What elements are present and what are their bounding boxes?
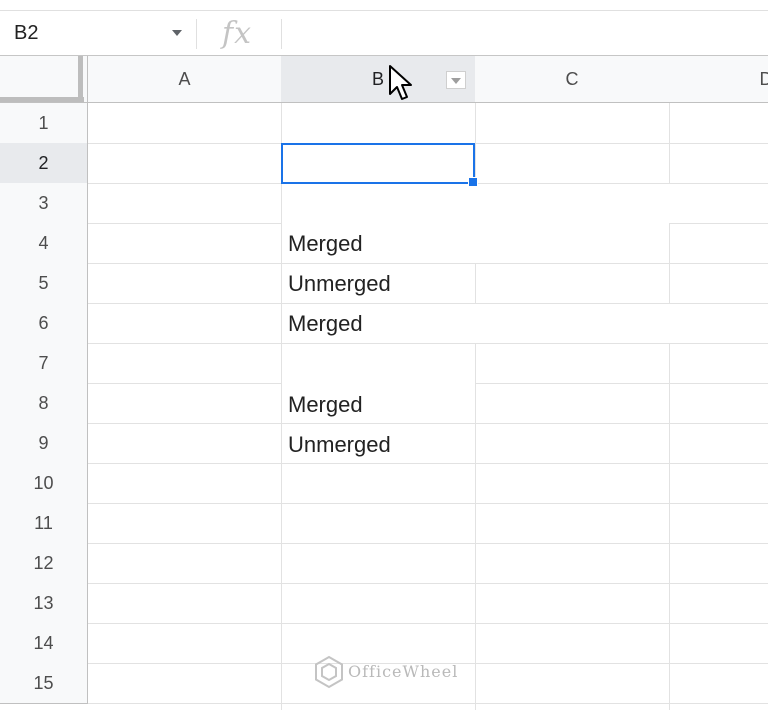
gridline <box>88 503 768 504</box>
freeze-column-handle[interactable] <box>78 56 83 102</box>
gridline <box>88 263 768 264</box>
gridline <box>669 343 670 710</box>
gridline <box>88 423 768 424</box>
column-header-b-label: B <box>371 69 384 89</box>
watermark-text: OfficeWheel <box>348 662 459 681</box>
formula-input[interactable] <box>290 19 760 49</box>
fill-handle[interactable] <box>468 177 478 187</box>
row-header-14[interactable]: 14 <box>0 623 88 664</box>
gridline <box>88 303 768 304</box>
mouse-pointer-icon <box>389 65 412 100</box>
row-header-13[interactable]: 13 <box>0 583 88 624</box>
filter-dropdown-icon[interactable] <box>446 71 466 89</box>
row-header-10[interactable]: 10 <box>0 463 88 504</box>
row-header-1[interactable]: 1 <box>0 103 88 144</box>
active-cell-b2[interactable] <box>281 143 475 184</box>
gridline <box>88 543 768 544</box>
row-header-8[interactable]: 8 <box>0 383 88 424</box>
cell-b9[interactable]: Unmerged <box>288 425 391 465</box>
column-header-d[interactable]: D <box>669 56 768 103</box>
select-all-corner[interactable] <box>0 56 88 103</box>
officewheel-logo-icon <box>315 655 343 689</box>
gridline <box>475 343 476 710</box>
chevron-down-icon[interactable] <box>172 30 182 36</box>
row-header-12[interactable]: 12 <box>0 543 88 584</box>
cell-b5[interactable]: Unmerged <box>288 264 391 304</box>
formula-bar-divider <box>196 19 197 49</box>
gridline <box>281 103 282 710</box>
row-header-11[interactable]: 11 <box>0 503 88 544</box>
row-header-6[interactable]: 6 <box>0 303 88 344</box>
gridline <box>88 383 281 384</box>
spreadsheet-app: B2 fx A B C D 1 2 3 4 5 6 7 8 9 10 11 12… <box>0 0 768 710</box>
gridline <box>475 263 476 303</box>
gridline <box>88 583 768 584</box>
row-header-5[interactable]: 5 <box>0 263 88 304</box>
gridline <box>88 343 768 344</box>
cell-b4[interactable]: Merged <box>288 224 363 264</box>
gridline <box>88 463 768 464</box>
fx-icon: fx <box>222 16 253 51</box>
formula-bar: B2 fx <box>0 10 768 56</box>
cell-b6[interactable]: Merged <box>288 304 363 344</box>
gridline <box>475 383 768 384</box>
freeze-row-handle[interactable] <box>0 97 84 102</box>
column-header-b[interactable]: B <box>281 56 476 103</box>
row-header-3[interactable]: 3 <box>0 183 88 224</box>
cell-grid[interactable]: Merged Unmerged Merged Merged Unmerged <box>88 103 768 710</box>
name-box[interactable]: B2 <box>0 11 196 55</box>
row-header-7[interactable]: 7 <box>0 343 88 384</box>
formula-bar-divider <box>281 19 282 49</box>
cell-b8[interactable]: Merged <box>288 385 363 425</box>
row-header-9[interactable]: 9 <box>0 423 88 464</box>
gridline <box>88 623 768 624</box>
column-header-a[interactable]: A <box>88 56 282 103</box>
row-header-15[interactable]: 15 <box>0 663 88 704</box>
gridline <box>88 223 281 224</box>
gridline <box>88 703 768 704</box>
column-header-c[interactable]: C <box>475 56 670 103</box>
row-header-2[interactable]: 2 <box>0 143 88 184</box>
gridline <box>669 223 768 224</box>
row-header-4[interactable]: 4 <box>0 223 88 264</box>
name-box-value: B2 <box>14 22 39 44</box>
